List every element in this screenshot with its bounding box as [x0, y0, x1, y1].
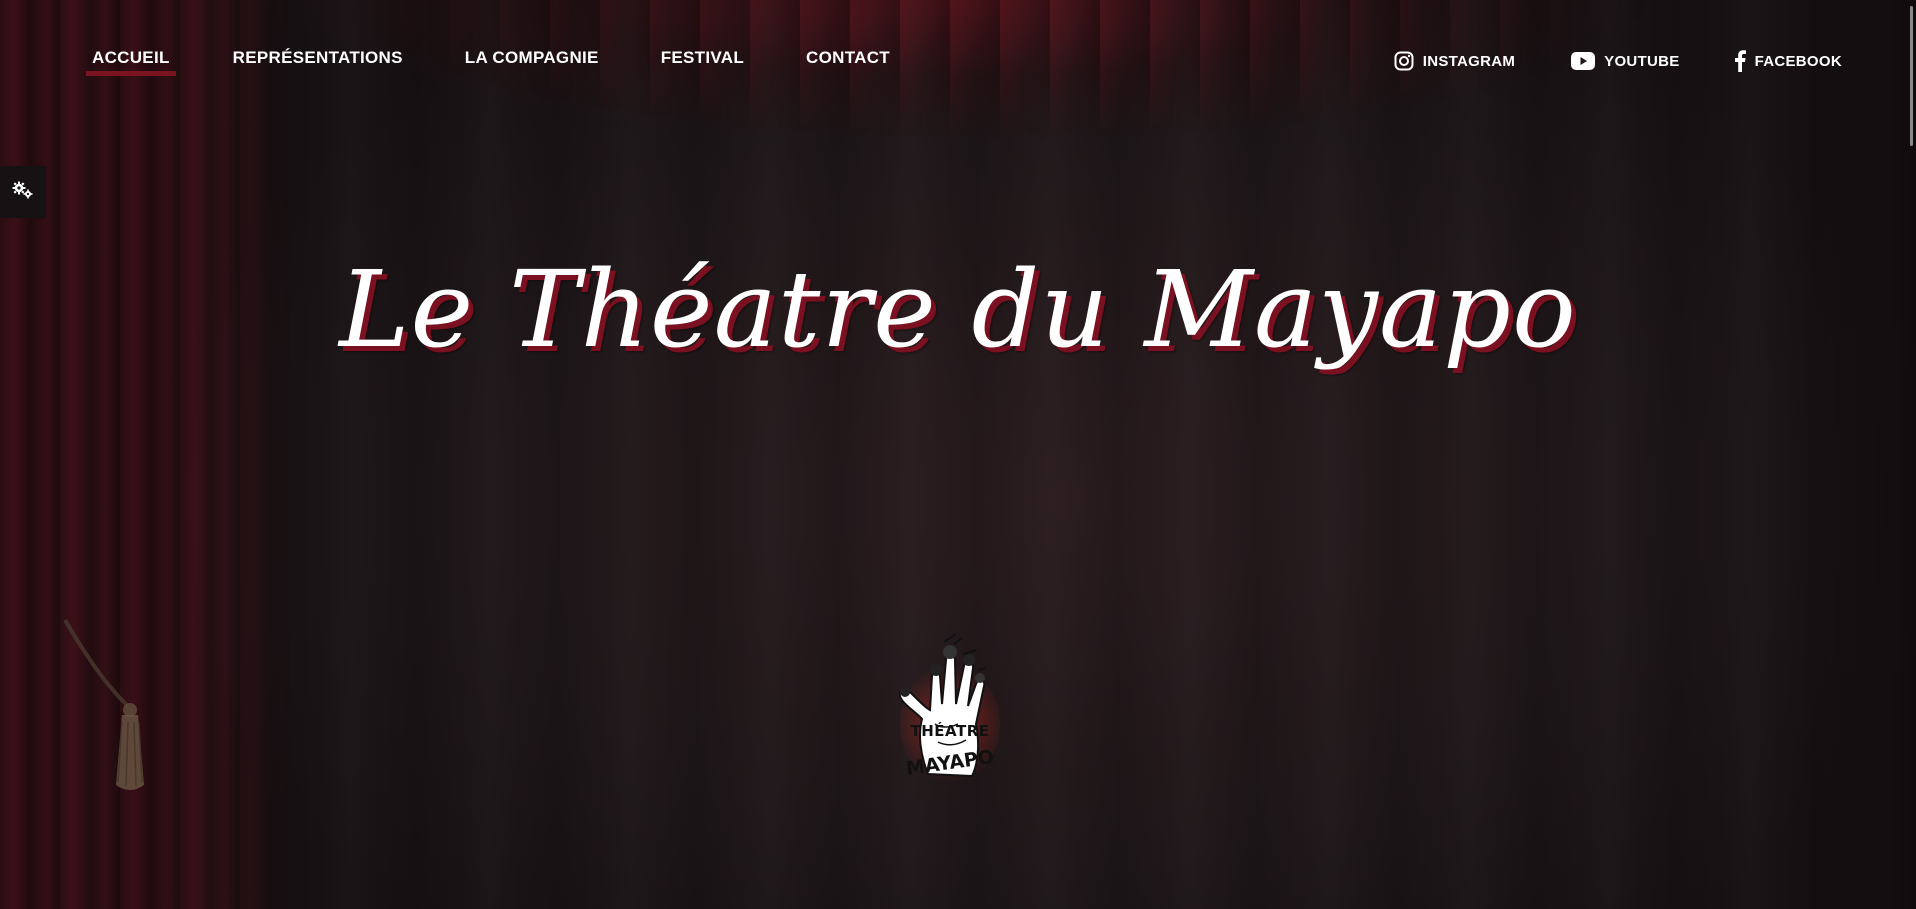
gears-icon: [12, 180, 34, 205]
curtain-tieback: [63, 618, 144, 790]
settings-tab[interactable]: [0, 166, 46, 218]
facebook-link[interactable]: FACEBOOK: [1734, 50, 1842, 72]
main-nav: ACCUEIL REPRÉSENTATIONS LA COMPAGNIE FES…: [86, 48, 890, 76]
instagram-label: INSTAGRAM: [1422, 52, 1516, 70]
instagram-icon: [1394, 51, 1414, 71]
scrollbar[interactable]: [1910, 6, 1913, 146]
instagram-link[interactable]: INSTAGRAM: [1394, 51, 1515, 71]
social-links: INSTAGRAM YOUTUBE FACEBOOK: [1394, 50, 1842, 72]
theatre-logo: THÉATRE MAYAPO: [880, 624, 1020, 794]
nav-item-accueil[interactable]: ACCUEIL: [86, 48, 176, 76]
curtain-valance: [0, 0, 1916, 150]
nav-item-festival[interactable]: FESTIVAL: [661, 48, 744, 74]
facebook-label: FACEBOOK: [1754, 52, 1842, 70]
facebook-icon: [1734, 50, 1746, 72]
logo-text-theatre: THÉATRE: [910, 722, 990, 740]
nav-item-contact[interactable]: CONTACT: [806, 48, 890, 74]
nav-item-la-compagnie[interactable]: LA COMPAGNIE: [465, 48, 599, 74]
curtain-left: [0, 0, 290, 909]
youtube-icon: [1571, 52, 1596, 70]
page-title: Le Théatre du Mayapo: [339, 248, 1577, 371]
page: ACCUEIL REPRÉSENTATIONS LA COMPAGNIE FES…: [0, 0, 1916, 909]
nav-item-representations[interactable]: REPRÉSENTATIONS: [233, 48, 403, 74]
youtube-link[interactable]: YOUTUBE: [1571, 52, 1679, 70]
youtube-label: YOUTUBE: [1604, 52, 1680, 70]
curtain-right-shade: [1796, 0, 1916, 909]
